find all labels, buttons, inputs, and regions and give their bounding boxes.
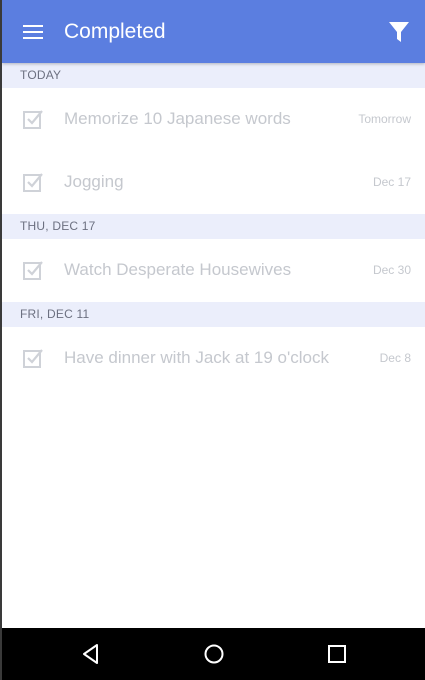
system-navigation-bar	[2, 628, 425, 680]
task-title: Jogging	[64, 172, 124, 191]
task-date: Dec 30	[372, 263, 411, 277]
task-title: Memorize 10 Japanese words	[64, 109, 291, 128]
page-title: Completed	[64, 20, 166, 43]
task-date: Tomorrow	[358, 112, 411, 126]
app-bar: Completed	[2, 0, 425, 63]
home-circle-icon[interactable]	[202, 642, 226, 666]
section-header-thu-dec-17: THU, DEC 17	[2, 214, 425, 239]
section-header-today: TODAY	[2, 63, 425, 88]
recents-square-icon[interactable]	[325, 642, 349, 666]
filter-icon[interactable]	[387, 20, 411, 44]
task-row[interactable]: Memorize 10 Japanese words Tomorrow	[2, 88, 425, 151]
left-edge-shadow	[0, 0, 2, 680]
section-header-fri-dec-11: FRI, DEC 11	[2, 302, 425, 327]
checked-checkbox-icon[interactable]	[22, 347, 44, 369]
checked-checkbox-icon[interactable]	[22, 108, 44, 130]
task-date: Dec 17	[372, 175, 411, 189]
hamburger-menu-icon[interactable]	[20, 20, 46, 44]
back-triangle-icon[interactable]	[79, 642, 103, 666]
task-title: Watch Desperate Housewives	[64, 260, 292, 279]
task-date: Dec 8	[379, 351, 411, 365]
task-row[interactable]: Watch Desperate Housewives Dec 30	[2, 239, 425, 302]
task-title: Have dinner with Jack at 19 o'clock	[64, 348, 329, 367]
task-row[interactable]: Jogging Dec 17	[2, 151, 425, 214]
task-row[interactable]: Have dinner with Jack at 19 o'clock Dec …	[2, 327, 425, 390]
checked-checkbox-icon[interactable]	[22, 171, 44, 193]
checked-checkbox-icon[interactable]	[22, 259, 44, 281]
completed-task-list: TODAY Memorize 10 Japanese words Tomorro…	[2, 63, 425, 390]
